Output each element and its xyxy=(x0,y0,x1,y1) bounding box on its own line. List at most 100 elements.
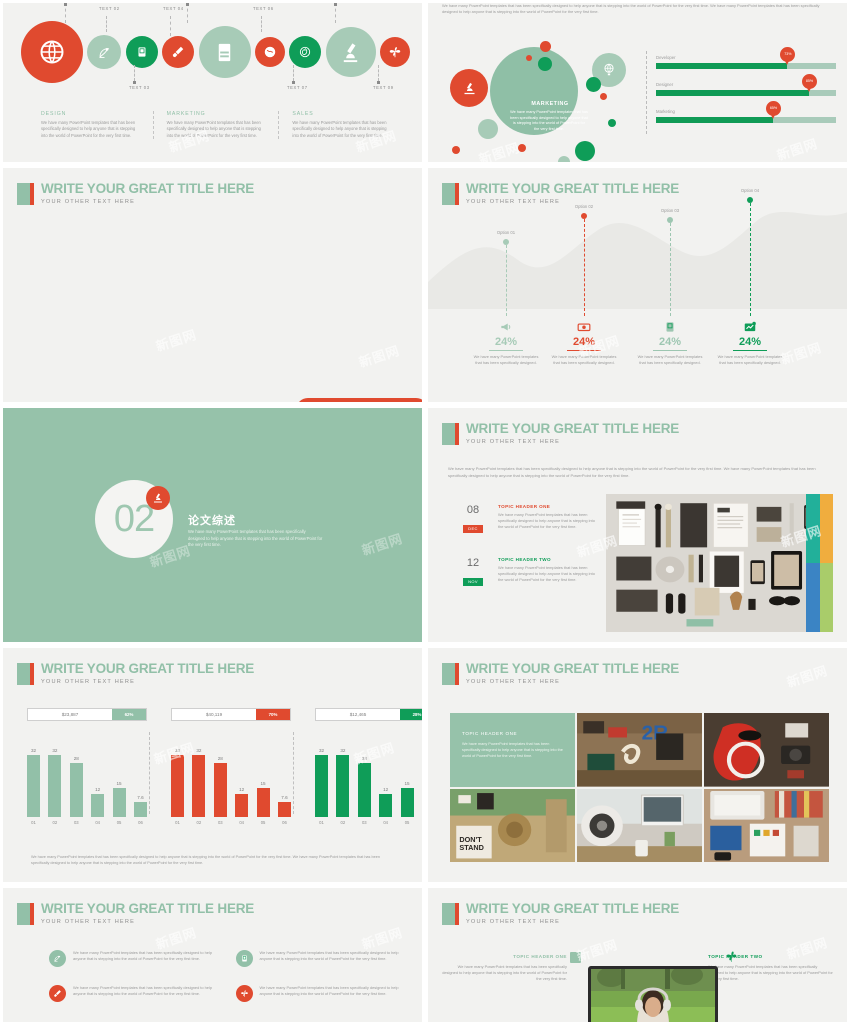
page-title: WRITE YOUR GREAT TITLE HERE xyxy=(466,421,680,436)
bullet-item-3[interactable]: We have many PowerPoint templates that h… xyxy=(49,985,214,1002)
bar-value: 32 xyxy=(30,748,37,753)
bullet-item-1[interactable]: We have many PowerPoint templates that h… xyxy=(49,950,214,967)
bar-chart: 32322812157.6 xyxy=(315,735,422,817)
bullet-body: We have many PowerPoint templates that h… xyxy=(259,950,399,961)
bubble-dot xyxy=(478,119,498,139)
column-heading: MARKETING xyxy=(166,111,206,117)
slide-3-step-timeline[interactable]: WRITE YOUR GREAT TITLE HERE YOUR OTHER T… xyxy=(0,165,425,405)
option-connector xyxy=(506,245,507,316)
stat-box: $40,119 70% xyxy=(171,708,291,721)
slide1-circle-9[interactable] xyxy=(380,37,410,67)
connector-dot xyxy=(334,3,337,6)
timeline-step-5[interactable]: Option 05 xyxy=(296,398,422,402)
chart-group-3[interactable]: $12,46528%32322812157.6010203040506 xyxy=(315,708,422,825)
slide1-circle-1[interactable] xyxy=(21,21,83,83)
page-title: WRITE YOUR GREAT TITLE HERE xyxy=(41,181,255,196)
slide2-bubble-cluster: MARKETING We have many PowerPoint templa… xyxy=(448,41,638,162)
option-connector xyxy=(670,223,671,316)
bar-chart: 32322812157.6 xyxy=(171,735,291,817)
bar-value: 32 xyxy=(340,748,346,753)
slide-8-photo-grid[interactable]: WRITE YOUR GREAT TITLE HERE YOUR OTHER T… xyxy=(425,645,850,885)
watermark: 新图网 xyxy=(360,530,405,559)
header-accent-bars xyxy=(442,903,459,925)
category-label: 04 xyxy=(383,820,388,825)
option-rule xyxy=(489,350,523,351)
bar xyxy=(235,794,249,817)
slide4-item-3[interactable]: Option 03 xyxy=(634,208,706,223)
bullet-item-2[interactable]: We have many PowerPoint templates that h… xyxy=(235,950,401,967)
bar-column: 32 xyxy=(336,735,350,817)
slide-2-marketing-bubbles[interactable]: We have many PowerPoint templates that h… xyxy=(425,0,850,165)
header-accent-bars xyxy=(17,903,34,925)
slide1-circle-3[interactable] xyxy=(125,36,158,68)
microscope-icon xyxy=(154,493,162,503)
slide-header: WRITE YOUR GREAT TITLE HERE YOUR OTHER T… xyxy=(17,182,254,205)
slide1-circle-4[interactable] xyxy=(162,36,195,68)
event-day: 12 xyxy=(466,557,480,569)
chart-group-1[interactable]: $23,887 62% 32 32 28 12 15 7.6 01 02 03 04 05 06 xyxy=(27,708,147,825)
column-heading: DESIGN xyxy=(41,111,67,117)
slide1-circle-5[interactable] xyxy=(198,26,251,78)
connector-line xyxy=(187,3,188,23)
satellite-dish-icon xyxy=(99,47,110,58)
bubble-dot xyxy=(518,144,526,152)
chart-group-2[interactable]: $40,119 70% 32 32 28 12 15 7.6 01 02 03 04 05 06 xyxy=(171,708,291,825)
slide1-circle-2[interactable] xyxy=(87,35,122,69)
book-icon xyxy=(241,955,247,962)
slide-9-icon-bullets[interactable]: WRITE YOUR GREAT TITLE HERE YOUR OTHER T… xyxy=(0,885,425,1025)
column-body: We have many PowerPoint templates that h… xyxy=(292,120,387,138)
slide4-stat-3: 24% We have many PowerPoint templates tha… xyxy=(634,318,706,366)
bar-column: 32 xyxy=(27,735,40,817)
slide1-column: DESIGN We have many PowerPoint templates… xyxy=(41,111,153,139)
slide-1-icon-row[interactable]: TEXT 02 TEXT 04 TEXT 06 TEXT 03 TEXT 07 TEXT … xyxy=(0,0,425,165)
slide-4-percent-options[interactable]: WRITE YOUR GREAT TITLE HERE YOUR OTHER T… xyxy=(425,165,850,405)
progress-row: Developer 73% xyxy=(656,46,836,69)
slide-header: WRITE YOUR GREAT TITLE HERE YOUR OTHER T… xyxy=(442,662,679,685)
laptop-screen xyxy=(591,969,715,1022)
category-label: 05 xyxy=(260,820,266,825)
bar xyxy=(213,763,227,817)
book-icon xyxy=(235,950,253,967)
slide-5-section-divider[interactable]: 02 论文综述 We have many PowerPoint template… xyxy=(0,405,425,645)
bar xyxy=(192,755,206,817)
slide1-circle-8[interactable] xyxy=(325,27,376,77)
slide4-item-4[interactable]: Option 04 xyxy=(714,188,786,203)
slide-10-laptop-feature[interactable]: WRITE YOUR GREAT TITLE HERE YOUR OTHER T… xyxy=(425,885,850,1025)
progress-pin: 73% xyxy=(780,46,796,65)
watermark: 新图网 xyxy=(154,326,199,355)
event-row[interactable]: 08 DEC TOPIC HEADER ONE We have many PowerP… xyxy=(456,504,601,535)
slide-6-events-photo[interactable]: WRITE YOUR GREAT TITLE HERE YOUR OTHER T… xyxy=(425,405,850,645)
paint-brush-icon xyxy=(49,985,66,1002)
slide4-item-1[interactable]: Option 01 xyxy=(470,230,542,245)
category-label: 03 xyxy=(217,820,223,825)
bubble-dot xyxy=(558,156,570,162)
feature-body: We have many PowerPoint templates that h… xyxy=(442,964,567,981)
section-body: We have many PowerPoint templates that h… xyxy=(188,529,323,548)
satellite-dish-icon xyxy=(49,950,66,967)
event-row[interactable]: 12 NOV TOPIC HEADER TWO We have many PowerP… xyxy=(456,557,601,588)
bullet-body: We have many PowerPoint templates that h… xyxy=(259,985,399,996)
bar-value: 15 xyxy=(260,781,266,786)
connector-line xyxy=(134,65,135,81)
slide1-circle-7[interactable] xyxy=(289,36,322,68)
slide1-circle-6[interactable] xyxy=(254,37,285,67)
option-percent: 24% xyxy=(738,336,762,348)
bullet-item-4[interactable]: We have many PowerPoint templates that h… xyxy=(235,985,401,1002)
bubble-dot xyxy=(600,93,607,100)
satellite-dish-icon xyxy=(54,955,61,962)
slide9-items: We have many PowerPoint templates that h… xyxy=(49,950,400,1002)
slide4-item-2[interactable]: Option 02 xyxy=(548,204,620,219)
category-label: 03 xyxy=(73,820,79,825)
pinwheel-icon xyxy=(389,47,401,58)
category-label: 01 xyxy=(31,820,36,825)
bar-value: 28 xyxy=(361,756,367,761)
page-title: WRITE YOUR GREAT TITLE HERE xyxy=(466,181,680,196)
page-title: WRITE YOUR GREAT TITLE HERE xyxy=(41,661,255,676)
slide-7-bar-charts[interactable]: WRITE YOUR GREAT TITLE HERE YOUR OTHER T… xyxy=(0,645,425,885)
stat-box: $12,465 28% xyxy=(315,708,422,721)
column-body: We have many PowerPoint templates that h… xyxy=(41,120,136,138)
strip-swatch-3 xyxy=(806,563,820,632)
progress-label: Developer xyxy=(656,55,676,60)
watermark: 新图网 xyxy=(154,924,199,953)
slide1-circle-row xyxy=(21,21,410,83)
